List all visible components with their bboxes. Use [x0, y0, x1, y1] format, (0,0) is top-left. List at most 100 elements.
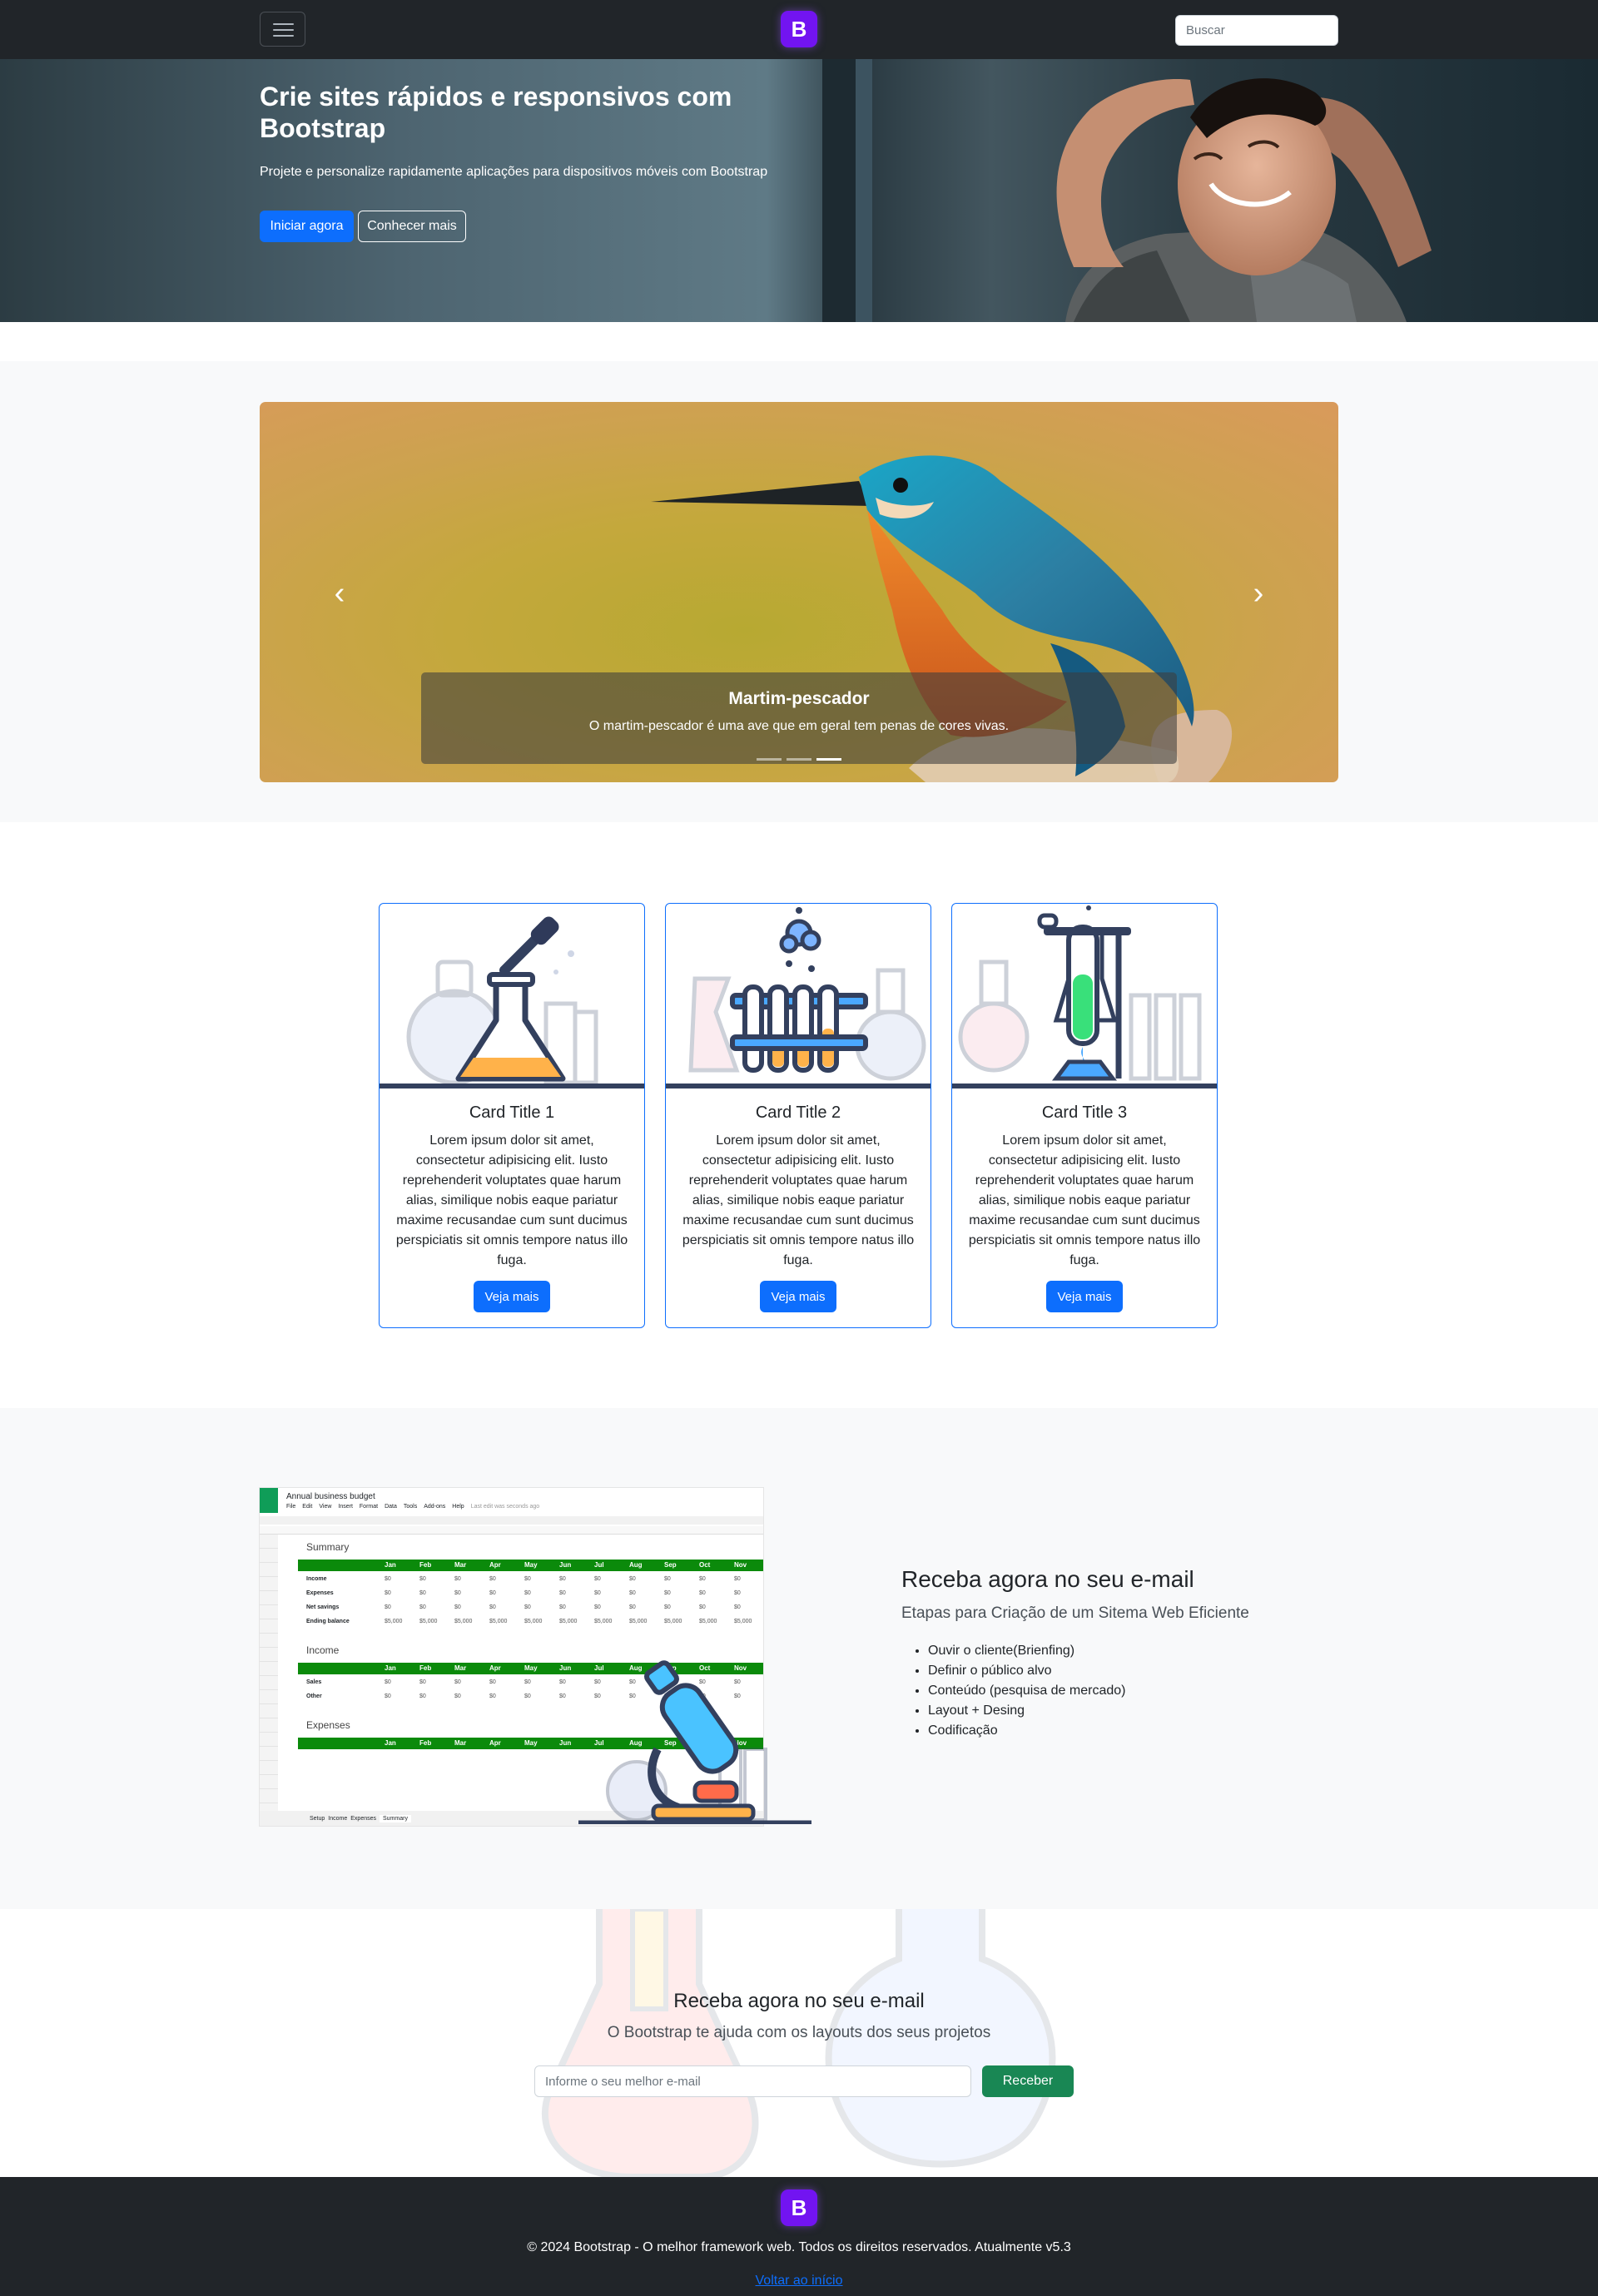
sheet-cell: $0	[419, 1576, 426, 1582]
sheet-month-cell: Jan	[385, 1739, 396, 1747]
sheet-cell: $0	[419, 1590, 426, 1596]
list-item: Ouvir o cliente(Brienfing)	[928, 1641, 1125, 1661]
hero-banner: Crie sites rápidos e responsivos com Boo…	[0, 59, 1598, 322]
sheet-month-cell: May	[524, 1561, 538, 1569]
sheet-cell: $0	[385, 1693, 391, 1699]
card-group: Card Title 1 Lorem ipsum dolor sit amet,…	[379, 903, 1218, 1328]
sheet-row-label: Other	[306, 1693, 322, 1699]
sheet-cell: $5,000	[419, 1619, 438, 1624]
sheet-cell: $0	[489, 1693, 496, 1699]
image-carousel: ‹ › Martim-pescador O martim-pescador é …	[260, 402, 1338, 782]
sheet-cell: $0	[734, 1576, 741, 1582]
card-button[interactable]: Veja mais	[760, 1281, 836, 1312]
sheet-cell: $0	[559, 1604, 566, 1610]
carousel-indicator[interactable]	[787, 758, 811, 761]
sheet-row-number	[260, 1634, 278, 1648]
chevron-right-icon: ›	[1253, 575, 1264, 611]
back-to-top-link[interactable]: Voltar ao início	[0, 2274, 1598, 2289]
sheet-row-number	[260, 1591, 278, 1605]
sheet-section-title: Summary	[306, 1541, 350, 1553]
carousel-prev-button[interactable]: ‹	[315, 568, 365, 618]
sheet-cell: $0	[734, 1604, 741, 1610]
sheet-row-label: Income	[306, 1576, 327, 1582]
sheet-month-cell: Jun	[559, 1664, 572, 1672]
carousel-section: ‹ › Martim-pescador O martim-pescador é …	[0, 361, 1598, 822]
microscope-icon	[578, 1660, 811, 1824]
subscribe-button[interactable]: Receber	[982, 2065, 1074, 2097]
card-text: Lorem ipsum dolor sit amet, consectetur …	[682, 1133, 915, 1267]
sheet-month-cell: Jan	[385, 1664, 396, 1672]
card-text: Lorem ipsum dolor sit amet, consectetur …	[968, 1133, 1201, 1267]
sheet-cell: $0	[559, 1576, 566, 1582]
bootstrap-logo[interactable]: B	[781, 11, 817, 47]
sheet-menu: File Edit View Insert Format Data Tools Add-ons…	[286, 1504, 540, 1510]
card-title: Card Title 2	[755, 1103, 841, 1122]
hero-bg-pillar	[822, 59, 856, 322]
subscribe-lead: O Bootstrap te ajuda com os layouts dos …	[607, 2024, 991, 2041]
card: Card Title 3 Lorem ipsum dolor sit amet,…	[951, 903, 1218, 1328]
menu-toggle-button[interactable]	[260, 12, 305, 47]
flask-dropper-icon	[380, 916, 644, 1088]
carousel-indicator-active[interactable]	[816, 758, 841, 761]
feature-title: Receba agora no seu e-mail	[901, 1566, 1194, 1592]
sheet-cell: $0	[734, 1590, 741, 1596]
carousel-next-button[interactable]: ›	[1233, 568, 1283, 618]
sheet-cell: $0	[524, 1576, 531, 1582]
sheet-month-cell: Mar	[454, 1739, 467, 1747]
sheet-cell: $5,000	[664, 1619, 682, 1624]
sheet-section-title: Income	[306, 1644, 340, 1656]
sheet-row-number	[260, 1535, 278, 1549]
bootstrap-logo[interactable]: B	[781, 2189, 817, 2226]
sheet-cell: $0	[559, 1590, 566, 1596]
sheet-cell: $0	[489, 1590, 496, 1596]
sheet-month-cell: Aug	[629, 1561, 643, 1569]
sheet-month-cell: Apr	[489, 1664, 501, 1672]
caption-text: O martim-pescador é uma ave que em geral…	[588, 719, 1010, 733]
sheet-cell: $0	[664, 1604, 671, 1610]
footer: B © 2024 Bootstrap - O melhor framework …	[0, 2177, 1598, 2296]
sheet-row-number	[260, 1549, 278, 1563]
sheet-row-number	[260, 1789, 278, 1803]
sheet-cell: $0	[664, 1590, 671, 1596]
sheet-row-number	[260, 1563, 278, 1577]
sheet-row-number	[260, 1718, 278, 1733]
search-input[interactable]	[1175, 15, 1338, 46]
sheet-cell: $0	[454, 1679, 461, 1685]
sheet-cell: $0	[385, 1679, 391, 1685]
navbar: B	[0, 0, 1598, 59]
carousel-indicator[interactable]	[757, 758, 782, 761]
sheet-month-cell: Apr	[489, 1739, 501, 1747]
lab-background-icon	[542, 1909, 1056, 2177]
sheet-row-label: Sales	[306, 1679, 322, 1685]
list-item: Definir o público alvo	[928, 1661, 1125, 1681]
sheet-cell: $0	[454, 1576, 461, 1582]
card-button[interactable]: Veja mais	[474, 1281, 550, 1312]
card-button[interactable]: Veja mais	[1046, 1281, 1123, 1312]
start-now-button[interactable]: Iniciar agora	[260, 211, 354, 242]
sheet-month-cell: Oct	[699, 1561, 711, 1569]
sheet-month-cell: Mar	[454, 1561, 467, 1569]
hero-subtitle: Projete e personalize rapidamente aplica…	[260, 165, 768, 179]
sheet-cell: $0	[629, 1576, 636, 1582]
sheet-row-number	[260, 1747, 278, 1761]
sheet-month-cell: Mar	[454, 1664, 467, 1672]
sheet-month-cell: Jun	[559, 1739, 572, 1747]
sheet-month-cell: May	[524, 1664, 538, 1672]
learn-more-button[interactable]: Conhecer mais	[358, 211, 466, 242]
email-field[interactable]	[534, 2065, 971, 2097]
hamburger-icon-middle	[273, 29, 294, 31]
sheet-cell: $5,000	[524, 1619, 543, 1624]
sheet-cell: $5,000	[489, 1619, 508, 1624]
sheet-cell: $0	[489, 1679, 496, 1685]
sheet-cell: $0	[594, 1576, 601, 1582]
feature-section: Annual business budget File Edit View Inser…	[0, 1408, 1598, 1909]
sheet-cell: $0	[419, 1604, 426, 1610]
sheet-month-cell: Jan	[385, 1561, 396, 1569]
sheet-row-number	[260, 1605, 278, 1619]
hero-bg-pillar-light	[856, 59, 872, 322]
sheet-row-number	[260, 1690, 278, 1704]
sheet-cell: $5,000	[385, 1619, 403, 1624]
sheet-row-number	[260, 1704, 278, 1718]
sheet-month-cell: Feb	[419, 1561, 432, 1569]
sheet-cell: $0	[629, 1604, 636, 1610]
